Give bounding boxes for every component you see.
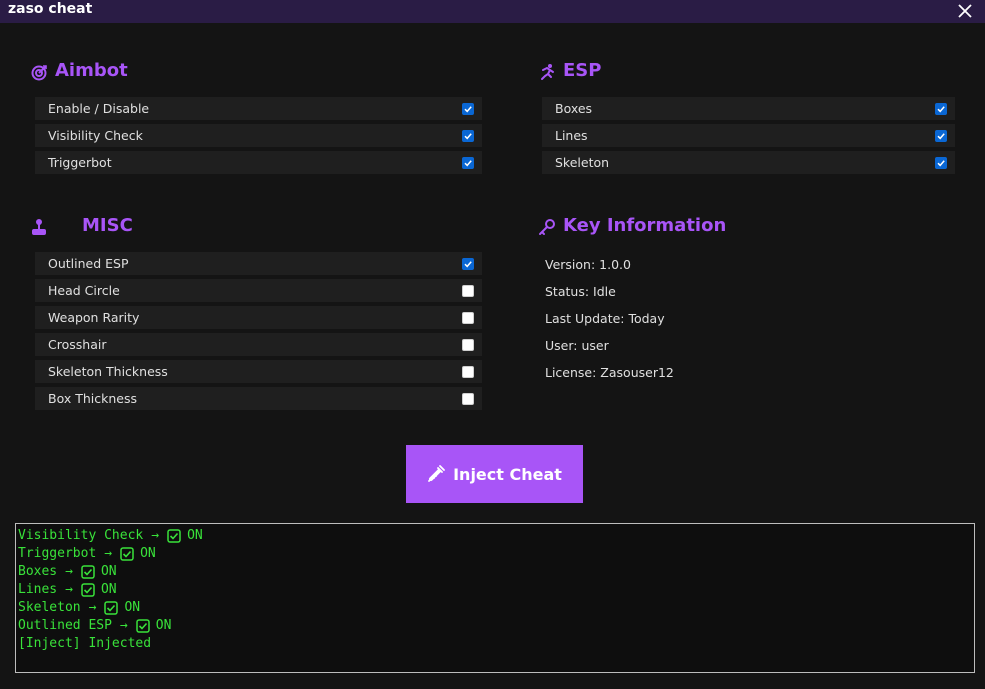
check-box-icon <box>104 601 119 615</box>
checkmark-icon <box>464 132 472 139</box>
esp-checkbox[interactable] <box>935 156 947 169</box>
checkmark-icon <box>937 105 945 112</box>
esp-title: ESP <box>563 60 602 81</box>
console-line-arrow: → <box>88 600 97 615</box>
misc-checkbox[interactable] <box>462 257 474 270</box>
console-line: Visibility Check → ON <box>18 527 972 545</box>
console-line-name: Lines <box>18 582 58 597</box>
aimbot-title: Aimbot <box>55 60 128 81</box>
aimbot-row[interactable]: Triggerbot <box>35 151 482 174</box>
aimbot-checkbox[interactable] <box>462 156 474 169</box>
key-icon <box>539 219 555 235</box>
aimbot-checkbox[interactable] <box>462 102 474 115</box>
console-line: Triggerbot → ON <box>18 545 972 563</box>
misc-checkbox[interactable] <box>462 311 474 324</box>
misc-row-label: Head Circle <box>48 283 120 298</box>
console-line-state: ON <box>100 564 117 579</box>
aimbot-checkbox[interactable] <box>462 129 474 142</box>
console-line-arrow: → <box>65 564 73 579</box>
misc-row[interactable]: Weapon Rarity <box>35 306 482 329</box>
console-line-name: Outlined ESP <box>18 618 112 633</box>
check-box-icon <box>167 529 181 543</box>
misc-row[interactable]: Crosshair <box>35 333 482 356</box>
console-line-arrow: → <box>65 582 73 597</box>
misc-row-label: Skeleton Thickness <box>48 364 168 379</box>
esp-row-label: Skeleton <box>555 155 610 170</box>
info-version: Version: 1.0.0 <box>545 257 631 272</box>
misc-checkbox[interactable] <box>462 392 474 405</box>
info-status: Status: Idle <box>545 284 616 299</box>
misc-checkbox[interactable] <box>462 284 474 297</box>
console-line-state: ON <box>187 528 203 543</box>
misc-row-label: Box Thickness <box>48 391 137 406</box>
target-icon <box>31 65 47 81</box>
console-line: Skeleton → ON <box>18 599 972 617</box>
close-icon <box>958 4 972 18</box>
esp-section-title: ESP <box>538 60 601 81</box>
console-line-name: Skeleton <box>18 600 81 615</box>
misc-row[interactable]: Skeleton Thickness <box>35 360 482 383</box>
misc-section-title: MISC <box>30 215 133 236</box>
aimbot-row[interactable]: Enable / Disable <box>35 97 482 120</box>
console-line-arrow: → <box>104 546 113 561</box>
aimbot-row-label: Visibility Check <box>48 128 143 143</box>
console-line-state: ON <box>100 582 117 597</box>
misc-checkbox[interactable] <box>462 365 474 378</box>
check-box-icon <box>120 547 134 561</box>
key-info-section-title: Key Information <box>538 215 726 236</box>
console-line-state: ON <box>124 600 141 615</box>
aimbot-row-label: Enable / Disable <box>48 101 150 116</box>
close-button[interactable] <box>955 1 975 21</box>
esp-checkbox[interactable] <box>935 102 947 115</box>
running-person-icon <box>541 64 554 80</box>
misc-row[interactable]: Outlined ESP <box>35 252 482 275</box>
esp-row[interactable]: Boxes <box>542 97 955 120</box>
inject-cheat-label: Inject Cheat <box>453 464 562 484</box>
misc-row[interactable]: Head Circle <box>35 279 482 302</box>
console-line-arrow: → <box>151 528 160 543</box>
console-line-name: Visibility Check <box>18 528 144 543</box>
check-box-icon <box>136 619 150 633</box>
console-line-arrow: → <box>119 618 128 633</box>
aimbot-row-label: Triggerbot <box>48 155 112 170</box>
window-title: zaso cheat <box>8 1 93 17</box>
checkmark-icon <box>937 159 945 166</box>
console-line-name: Boxes <box>18 564 58 579</box>
esp-row-label: Lines <box>555 128 588 143</box>
checkmark-icon <box>464 159 472 166</box>
esp-row[interactable]: Lines <box>542 124 955 147</box>
misc-row-label: Outlined ESP <box>48 256 129 271</box>
info-user: User: user <box>545 338 609 353</box>
misc-row-label: Weapon Rarity <box>48 310 140 325</box>
esp-checkbox[interactable] <box>935 129 947 142</box>
checkmark-icon <box>464 260 472 267</box>
check-box-icon <box>81 565 95 579</box>
misc-title: MISC <box>82 215 133 236</box>
console-log: Visibility Check → ON Triggerbot → ON Boxes → ON… <box>15 523 975 673</box>
console-line-state: ON <box>140 546 156 561</box>
inject-cheat-button[interactable]: Inject Cheat <box>406 445 583 503</box>
esp-row-label: Boxes <box>555 101 593 116</box>
esp-row[interactable]: Skeleton <box>542 151 955 174</box>
console-final-line: [Inject] Injected <box>18 636 152 651</box>
misc-row-label: Crosshair <box>48 337 107 352</box>
console-line-name: Triggerbot <box>18 546 97 561</box>
console-line-state: ON <box>155 618 172 633</box>
title-bar: zaso cheat <box>0 0 985 23</box>
aimbot-row[interactable]: Visibility Check <box>35 124 482 147</box>
key-info-title: Key Information <box>563 215 727 236</box>
console-line: Lines → ON <box>18 581 972 599</box>
checkmark-icon <box>937 132 945 139</box>
check-box-icon <box>81 583 95 597</box>
info-license: License: Zasouser12 <box>545 365 674 380</box>
info-last-update: Last Update: Today <box>545 311 665 326</box>
joystick-icon <box>32 219 46 235</box>
misc-row[interactable]: Box Thickness <box>35 387 482 410</box>
console-line: Boxes → ON <box>18 563 972 581</box>
aimbot-section-title: Aimbot <box>30 60 128 81</box>
checkmark-icon <box>464 105 472 112</box>
misc-checkbox[interactable] <box>462 338 474 351</box>
syringe-icon <box>428 465 445 482</box>
console-line: Outlined ESP → ON <box>18 617 972 635</box>
